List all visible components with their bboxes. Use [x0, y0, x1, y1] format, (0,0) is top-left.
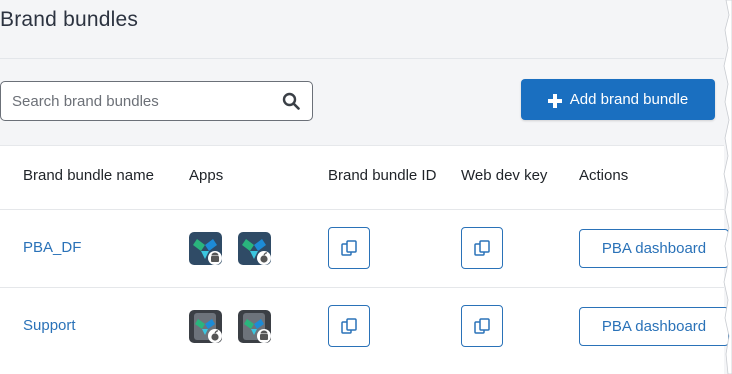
- header-name: Brand bundle name: [23, 167, 154, 184]
- pba-dashboard-label: PBA dashboard: [601, 318, 707, 335]
- pba-dashboard-label: PBA dashboard: [601, 240, 707, 257]
- row-divider: [0, 287, 724, 288]
- android-icon: [211, 252, 219, 262]
- header-id: Brand bundle ID: [328, 167, 437, 184]
- bundle-name-link[interactable]: Support: [23, 317, 76, 334]
- copy-web-dev-key-button[interactable]: [461, 227, 503, 269]
- header-actions: Actions: [579, 167, 629, 184]
- copy-icon: [341, 318, 357, 334]
- app-icon-android[interactable]: [189, 232, 222, 265]
- header-devkey: Web dev key: [461, 167, 548, 184]
- torn-edge: [723, 0, 732, 374]
- app-logo-icon: [238, 232, 271, 265]
- page-title: Brand bundles: [0, 8, 139, 31]
- search-icon[interactable]: [282, 92, 300, 110]
- plus-icon: [547, 93, 562, 108]
- copy-icon: [341, 240, 357, 256]
- copy-web-dev-key-button[interactable]: [461, 305, 503, 347]
- copy-icon: [474, 240, 490, 256]
- copy-bundle-id-button[interactable]: [328, 305, 370, 347]
- header-apps: Apps: [189, 167, 224, 184]
- app-icon-android[interactable]: [238, 310, 271, 343]
- search-box[interactable]: [0, 81, 313, 121]
- app-logo-icon: [189, 232, 222, 265]
- pba-dashboard-button[interactable]: PBA dashboard: [579, 307, 729, 346]
- pba-dashboard-button[interactable]: PBA dashboard: [579, 229, 729, 268]
- app-icon-apple[interactable]: [189, 310, 222, 343]
- copy-bundle-id-button[interactable]: [328, 227, 370, 269]
- app-logo-icon: [189, 310, 222, 343]
- add-brand-bundle-button[interactable]: Add brand bundle: [521, 79, 715, 120]
- search-input[interactable]: [1, 83, 271, 119]
- copy-icon: [474, 318, 490, 334]
- android-icon: [260, 330, 268, 340]
- header-divider: [0, 209, 724, 210]
- app-icon-apple[interactable]: [238, 232, 271, 265]
- title-divider: [0, 58, 724, 59]
- app-logo-icon: [238, 310, 271, 343]
- bundle-name-link[interactable]: PBA_DF: [23, 239, 81, 256]
- add-brand-bundle-label: Add brand bundle: [569, 91, 689, 108]
